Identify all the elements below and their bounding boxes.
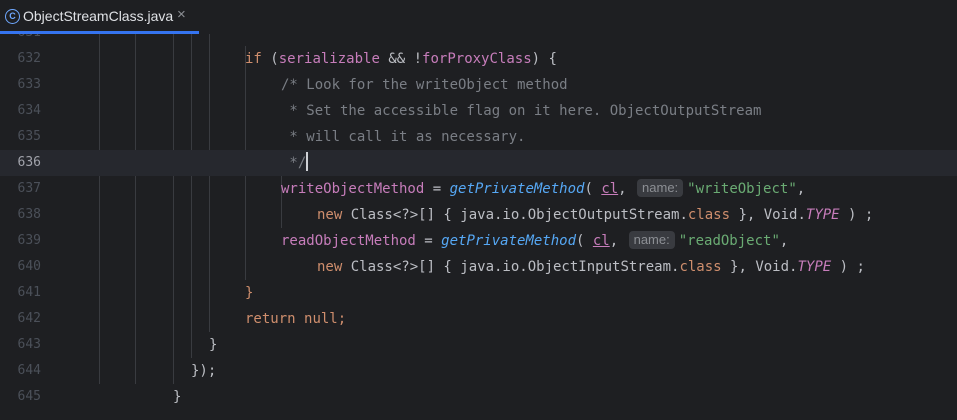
code-token: ( (270, 51, 279, 67)
code-line[interactable]: 640 new Class<?>[] { java.io.ObjectInputS… (0, 254, 957, 280)
code-text: new Class<?>[] { java.io.ObjectOutputStr… (317, 202, 873, 228)
code-line[interactable]: 641} (0, 280, 957, 306)
code-line[interactable]: 644}); (0, 358, 957, 384)
code-token: * Set the accessible flag on it here. Ob… (281, 103, 762, 119)
line-number: 631 (0, 34, 41, 46)
code-text: return null; (245, 306, 346, 332)
code-token: ) ; (839, 207, 874, 223)
code-text: } (245, 280, 253, 306)
code-token: forProxyClass (422, 51, 532, 67)
code-text: readObjectMethod = getPrivateMethod( cl,… (281, 228, 788, 254)
line-number: 637 (17, 181, 41, 196)
line-number: 645 (17, 389, 41, 404)
line-number: 632 (17, 51, 41, 66)
code-token: ( (584, 181, 602, 197)
code-token: } (173, 389, 182, 405)
code-token: new (317, 207, 351, 223)
code-token: } (245, 285, 254, 301)
code-line[interactable]: 634 * Set the accessible flag on it here… (0, 98, 957, 124)
code-editor[interactable]: 631632if (serializable && !forProxyClass… (0, 34, 957, 420)
code-token: null (304, 311, 338, 327)
code-token: if (245, 51, 271, 67)
code-text: */ (281, 150, 308, 176)
code-line[interactable]: 631 (0, 34, 957, 46)
code-line[interactable]: 636 */ (0, 150, 957, 176)
code-token: class (679, 259, 722, 275)
code-token: Class<?>[] { java.io.ObjectInputStream. (350, 259, 680, 275)
code-token: ) { (531, 51, 557, 67)
code-token: ; (337, 311, 347, 327)
code-text: } (173, 384, 181, 410)
line-number: 641 (17, 285, 41, 300)
code-line[interactable]: 645} (0, 384, 957, 410)
line-number: 638 (17, 207, 41, 222)
code-line[interactable]: 632 if (serializable && !forProxyClass) { (0, 46, 957, 72)
parameter-hint: name: (628, 231, 675, 249)
code-token: cl (601, 181, 619, 197)
code-token: serializable (278, 51, 380, 67)
code-line[interactable]: 642 return null; (0, 306, 957, 332)
text-caret (306, 152, 308, 171)
code-text: /* Look for the writeObject method (281, 72, 568, 98)
code-text: } (209, 332, 217, 358)
code-token: TYPE (805, 207, 840, 223)
code-token: class (687, 207, 731, 223)
code-line[interactable]: 635 * will call it as necessary. (0, 124, 957, 150)
code-text: }); (191, 358, 216, 384)
line-number: 639 (17, 233, 41, 248)
code-token: Class<?>[] { java.io.ObjectOutputStream. (350, 207, 688, 223)
line-number: 642 (17, 311, 41, 326)
line-number: 635 (17, 129, 41, 144)
code-text: writeObjectMethod = getPrivateMethod( cl… (281, 176, 805, 202)
code-token: }, Void. (730, 207, 806, 223)
code-token: new (317, 259, 351, 275)
tab-objectstreamclass[interactable]: C ObjectStreamClass.java × (0, 0, 200, 34)
code-token: , (779, 233, 789, 249)
code-token: getPrivateMethod (449, 181, 585, 197)
code-token: ( (576, 233, 593, 249)
code-token: * will call it as necessary. (281, 129, 526, 145)
class-icon: C (5, 9, 20, 24)
code-line[interactable]: 638 new Class<?>[] { java.io.ObjectOutput… (0, 202, 957, 228)
line-number: 634 (17, 103, 41, 118)
code-token: , (609, 233, 627, 249)
code-token: cl (592, 233, 610, 249)
code-line[interactable]: 633 /* Look for the writeObject method (0, 72, 957, 98)
line-number: 636 (17, 155, 41, 170)
code-token: } (209, 337, 218, 353)
code-token: writeObjectMethod (281, 181, 425, 197)
line-number: 643 (17, 337, 41, 352)
code-line[interactable]: 637 writeObjectMethod = getPrivateMethod(… (0, 176, 957, 202)
line-number: 640 (17, 259, 41, 274)
parameter-hint: name: (637, 179, 684, 197)
code-token: ) ; (831, 259, 865, 275)
code-text: * will call it as necessary. (281, 124, 525, 150)
code-token: TYPE (797, 259, 832, 275)
close-icon[interactable]: × (177, 6, 186, 23)
code-text: new Class<?>[] { java.io.ObjectInputStre… (317, 254, 865, 280)
line-number: 644 (17, 363, 41, 378)
code-text: * Set the accessible flag on it here. Ob… (281, 98, 761, 124)
code-token: "writeObject" (687, 181, 797, 197)
code-token: && ! (379, 51, 423, 67)
code-token: "readObject" (678, 233, 780, 249)
code-token: }, Void. (721, 259, 798, 275)
code-token: }); (191, 363, 217, 379)
code-text: if (serializable && !forProxyClass) { (245, 46, 557, 72)
code-token: , (796, 181, 806, 197)
code-token: return (245, 311, 305, 327)
code-token: = (424, 181, 450, 197)
code-token: getPrivateMethod (441, 233, 577, 249)
line-number: 633 (17, 77, 41, 92)
code-line[interactable]: 643} (0, 332, 957, 358)
editor-tab-bar: C ObjectStreamClass.java × (0, 0, 957, 34)
code-line[interactable]: 639 readObjectMethod = getPrivateMethod( … (0, 228, 957, 254)
code-token: = (415, 233, 442, 249)
code-token: readObjectMethod (281, 233, 416, 249)
code-token: , (618, 181, 636, 197)
tab-title: ObjectStreamClass.java (23, 8, 174, 24)
code-token: /* Look for the writeObject method (281, 77, 568, 93)
code-token: */ (281, 155, 307, 171)
